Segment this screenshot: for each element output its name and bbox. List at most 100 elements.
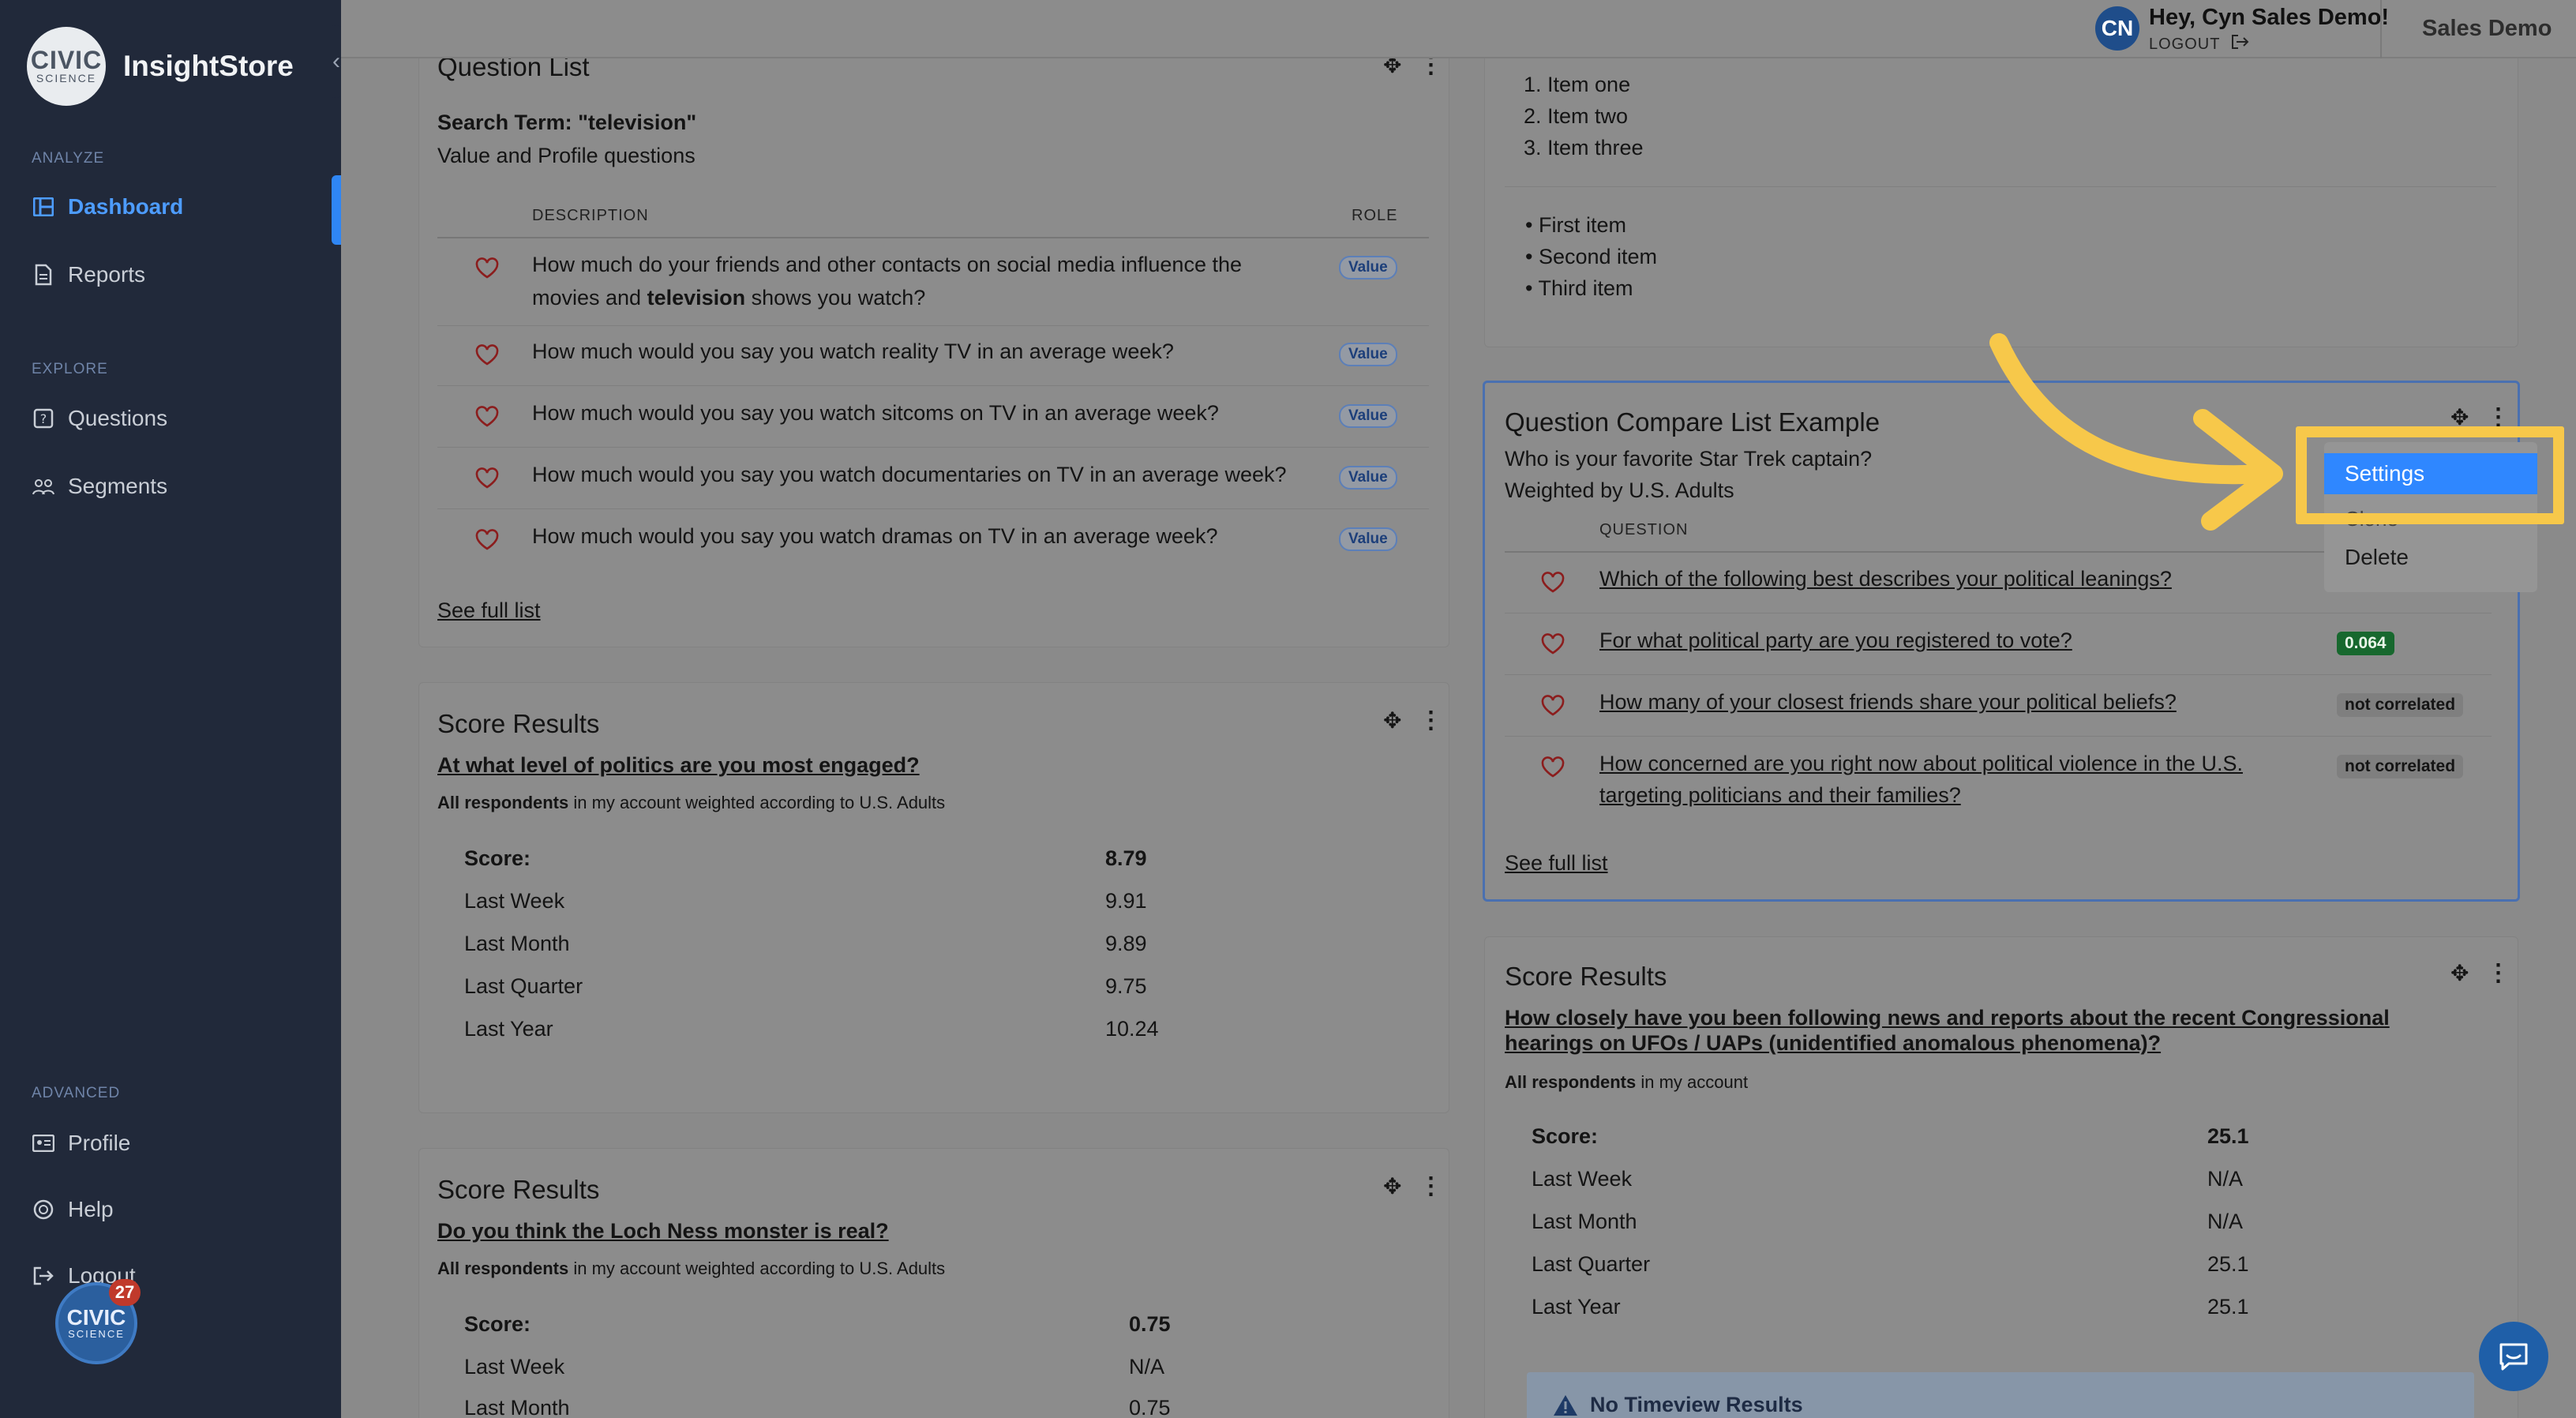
score-label: Score:	[464, 1312, 531, 1336]
list-item: 3. Item three	[1524, 136, 1644, 159]
menu-item-delete[interactable]: Delete	[2345, 545, 2409, 570]
score-results-tools: ✥ ⋮	[1383, 707, 1442, 733]
see-full-list-link[interactable]: See full list	[1505, 851, 1608, 876]
score-label: Score:	[1532, 1124, 1599, 1148]
heart-icon[interactable]	[475, 467, 499, 490]
more-options-icon[interactable]: ⋮	[2486, 961, 2510, 985]
list-item: • Second item	[1525, 245, 1658, 268]
more-options-icon[interactable]: ⋮	[1419, 53, 1442, 77]
score-results-tools: ✥ ⋮	[2450, 960, 2510, 986]
heart-icon[interactable]	[475, 344, 499, 366]
role-badge: Value	[1339, 256, 1397, 279]
score-results-tools: ✥ ⋮	[1383, 1173, 1442, 1199]
logout-icon	[2231, 35, 2249, 49]
user-greeting: Hey, Cyn Sales Demo!	[2149, 5, 2390, 30]
heart-icon[interactable]	[1541, 695, 1565, 717]
sidebar-item-reports[interactable]: Reports	[32, 262, 145, 287]
heart-icon[interactable]	[475, 529, 499, 551]
logout-link[interactable]: LOGOUT	[2149, 35, 2249, 54]
svg-text:?: ?	[40, 411, 47, 426]
see-full-list-link[interactable]: See full list	[437, 598, 541, 623]
score-value: 8.79	[1105, 846, 1147, 870]
help-icon	[32, 1198, 55, 1221]
topbar-divider	[2380, 0, 2382, 58]
section-label-analyze: ANALYZE	[32, 150, 105, 167]
col-header-question: QUESTION	[1599, 521, 1689, 538]
question-list-subtitle: Value and Profile questions	[437, 144, 696, 167]
score-question-link-line2[interactable]: hearings on UFOs / UAPs (unidentified an…	[1505, 1031, 2161, 1056]
id-card-icon	[32, 1131, 55, 1155]
list-item: • First item	[1525, 213, 1626, 237]
heart-icon[interactable]	[1541, 756, 1565, 778]
logout-icon	[32, 1264, 55, 1288]
sidebar-item-help[interactable]: Help	[32, 1197, 114, 1222]
sidebar: CIVIC SCIENCE InsightStore ANALYZE Dashb…	[0, 0, 341, 1418]
score-results-title: Score Results	[1505, 962, 1667, 991]
respondent-description: All respondents in my account weighted a…	[437, 793, 946, 812]
more-options-icon[interactable]: ⋮	[1419, 1174, 1442, 1198]
civic-science-logo: CIVIC SCIENCE	[27, 27, 106, 106]
users-icon	[32, 475, 55, 498]
search-term: Search Term: "television"	[437, 111, 697, 134]
score-value: 25.1	[2207, 1124, 2249, 1148]
question-icon: ?	[32, 407, 55, 430]
warning-icon	[1554, 1394, 1577, 1416]
correlation-badge: not correlated	[2337, 693, 2464, 717]
section-label-advanced: ADVANCED	[32, 1085, 121, 1101]
section-label-explore: EXPLORE	[32, 361, 108, 377]
chat-launcher-button[interactable]	[2479, 1322, 2548, 1391]
compare-list-title: Question Compare List Example	[1505, 407, 1880, 437]
divider	[1505, 186, 2496, 187]
chevron-left-icon: ‹	[332, 48, 340, 74]
compare-weighting: Weighted by U.S. Adults	[1505, 478, 1734, 502]
move-icon[interactable]: ✥	[1383, 707, 1401, 733]
move-icon[interactable]: ✥	[1383, 1173, 1401, 1199]
heart-icon[interactable]	[1541, 633, 1565, 655]
dashboard-icon	[32, 195, 55, 219]
score-question-link[interactable]: Do you think the Loch Ness monster is re…	[437, 1219, 889, 1244]
app-name: InsightStore	[123, 50, 294, 82]
role-badge: Value	[1339, 466, 1397, 490]
sidebar-item-dashboard[interactable]: Dashboard	[32, 194, 183, 219]
score-results-title: Score Results	[437, 1175, 600, 1204]
more-options-icon[interactable]: ⋮	[2486, 405, 2510, 429]
respondent-description: All respondents in my account weighted a…	[437, 1259, 946, 1278]
score-question-link[interactable]: At what level of politics are you most e…	[437, 753, 920, 778]
heart-icon[interactable]	[1541, 572, 1565, 594]
score-results-card	[418, 682, 1449, 1113]
table-header-divider	[437, 237, 1429, 238]
sidebar-item-questions[interactable]: ? Questions	[32, 406, 167, 431]
col-header-description: DESCRIPTION	[532, 207, 649, 224]
active-indicator	[332, 175, 341, 245]
more-options-icon[interactable]: ⋮	[1419, 708, 1442, 732]
list-item: • Third item	[1525, 276, 1633, 300]
compare-question: Who is your favorite Star Trek captain?	[1505, 447, 1873, 471]
account-switcher[interactable]: Sales Demo	[2422, 16, 2552, 42]
score-question-link[interactable]: How closely have you been following news…	[1505, 1006, 2390, 1030]
notice-content: No Timeview Results	[1552, 1393, 1803, 1417]
brand-logo[interactable]: CIVIC SCIENCE InsightStore	[27, 27, 294, 106]
sidebar-item-profile[interactable]: Profile	[32, 1131, 130, 1156]
role-badge: Value	[1339, 404, 1397, 428]
correlation-badge: not correlated	[2337, 755, 2464, 778]
score-results-title: Score Results	[437, 709, 600, 738]
role-badge: Value	[1339, 527, 1397, 551]
list-item: 2. Item two	[1524, 104, 1629, 128]
score-value: 0.75	[1129, 1312, 1171, 1336]
correlation-badge: 0.064	[2337, 632, 2394, 655]
heart-icon[interactable]	[475, 406, 499, 428]
heart-icon[interactable]	[475, 257, 499, 279]
tutorial-arrow-icon	[1989, 333, 2283, 531]
col-header-role: ROLE	[1352, 207, 1398, 224]
chat-icon	[2499, 1343, 2528, 1371]
tutorial-highlight-frame	[2296, 426, 2564, 524]
notification-count-badge: 27	[109, 1279, 141, 1306]
role-badge: Value	[1339, 343, 1397, 366]
list-item: 1. Item one	[1524, 73, 1631, 96]
sidebar-item-segments[interactable]: Segments	[32, 474, 167, 499]
document-icon	[32, 263, 55, 287]
move-icon[interactable]: ✥	[2450, 960, 2469, 986]
avatar[interactable]: CN	[2095, 6, 2139, 51]
score-label: Score:	[464, 846, 531, 870]
text-list-card	[1484, 32, 2518, 347]
